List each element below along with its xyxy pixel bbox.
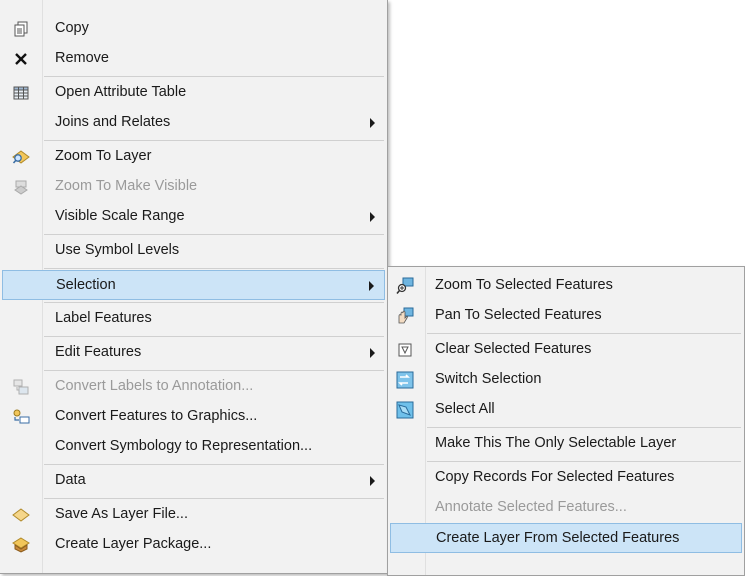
menu-item-label-features[interactable]: Label Features <box>2 304 385 334</box>
menu-item-open-attribute-table[interactable]: Open Attribute Table <box>2 78 385 108</box>
menu-item-label: Make This The Only Selectable Layer <box>435 435 677 451</box>
menu-item-use-symbol-levels[interactable]: Use Symbol Levels <box>2 236 385 266</box>
menu-item-label: Open Attribute Table <box>55 84 187 100</box>
convert-graphics-icon <box>12 408 30 426</box>
menu-item-switch-selection[interactable]: Switch Selection <box>390 365 742 395</box>
menu-item-visible-scale-range[interactable]: Visible Scale Range <box>2 202 385 232</box>
menu-item-label: Copy Records For Selected Features <box>435 469 675 485</box>
zoom-selected-icon <box>396 277 414 295</box>
menu-separator <box>44 464 384 465</box>
menu-item-convert-labels-to-annotation[interactable]: Convert Labels to Annotation... <box>2 372 385 402</box>
menu-item-label: Clear Selected Features <box>435 341 592 357</box>
menu-item-copy-records-for-selected-features[interactable]: Copy Records For Selected Features <box>390 463 742 493</box>
layer-package-icon <box>12 536 30 554</box>
table-icon <box>12 84 30 102</box>
menu-item-selection[interactable]: Selection <box>2 270 385 300</box>
menu-item-label: Data <box>55 472 86 488</box>
submenu-arrow-icon <box>370 348 375 358</box>
menu-item-label: Create Layer Package... <box>55 536 212 552</box>
submenu-arrow-icon <box>370 212 375 222</box>
menu-separator <box>44 370 384 371</box>
menu-item-label: Selection <box>56 277 116 293</box>
menu-item-label: Label Features <box>55 310 152 326</box>
switch-selection-icon <box>396 371 414 389</box>
menu-item-data[interactable]: Data <box>2 466 385 496</box>
menu-item-make-only-selectable-layer[interactable]: Make This The Only Selectable Layer <box>390 429 742 459</box>
menu-item-copy[interactable]: Copy <box>2 14 385 44</box>
menu-item-zoom-to-make-visible[interactable]: Zoom To Make Visible <box>2 172 385 202</box>
menu-item-create-layer-from-selected-features[interactable]: Create Layer From Selected Features <box>390 523 742 553</box>
menu-item-label: Save As Layer File... <box>55 506 188 522</box>
menu-item-label: Zoom To Layer <box>55 148 152 164</box>
menu-separator <box>44 234 384 235</box>
clear-selection-icon <box>396 341 414 359</box>
menu-item-label: Annotate Selected Features... <box>435 499 627 515</box>
menu-separator <box>44 76 384 77</box>
menu-item-label: Remove <box>55 50 109 66</box>
menu-item-label: Create Layer From Selected Features <box>436 530 680 546</box>
pan-selected-icon <box>396 307 414 325</box>
menu-item-label: Switch Selection <box>435 371 542 387</box>
menu-separator <box>44 302 384 303</box>
submenu-arrow-icon <box>369 281 374 291</box>
submenu-arrow-icon <box>370 476 375 486</box>
menu-item-joins-and-relates[interactable]: Joins and Relates <box>2 108 385 138</box>
menu-separator <box>44 336 384 337</box>
menu-separator <box>44 140 384 141</box>
menu-item-label: Copy <box>55 20 89 36</box>
menu-item-label: Convert Labels to Annotation... <box>55 378 254 394</box>
menu-item-label: Convert Features to Graphics... <box>55 408 258 424</box>
menu-item-label: Joins and Relates <box>55 114 171 130</box>
menu-separator <box>44 268 384 269</box>
menu-item-save-as-layer-file[interactable]: Save As Layer File... <box>2 500 385 530</box>
menu-item-label: Zoom To Make Visible <box>55 178 198 194</box>
menu-item-clear-selected-features[interactable]: Clear Selected Features <box>390 335 742 365</box>
convert-labels-icon <box>12 378 30 396</box>
menu-item-create-layer-package[interactable]: Create Layer Package... <box>2 530 385 560</box>
menu-item-edit-features[interactable]: Edit Features <box>2 338 385 368</box>
menu-separator <box>44 498 384 499</box>
menu-item-label: Convert Symbology to Representation... <box>55 438 313 454</box>
submenu-arrow-icon <box>370 118 375 128</box>
selection-submenu: Zoom To Selected Features Pan To Selecte… <box>387 266 745 576</box>
menu-item-label: Edit Features <box>55 344 142 360</box>
menu-item-convert-features-to-graphics[interactable]: Convert Features to Graphics... <box>2 402 385 432</box>
remove-x-icon <box>12 50 30 68</box>
menu-item-zoom-to-selected-features[interactable]: Zoom To Selected Features <box>390 271 742 301</box>
menu-item-label: Visible Scale Range <box>55 208 185 224</box>
menu-item-zoom-to-layer[interactable]: Zoom To Layer <box>2 142 385 172</box>
menu-item-remove[interactable]: Remove <box>2 44 385 74</box>
copy-icon <box>12 20 30 38</box>
layer-file-icon <box>12 506 30 524</box>
select-all-icon <box>396 401 414 419</box>
zoom-to-visible-icon <box>12 178 30 196</box>
menu-item-convert-symbology-to-representation[interactable]: Convert Symbology to Representation... <box>2 432 385 462</box>
zoom-to-layer-icon <box>12 148 30 166</box>
layer-context-menu: Copy Remove Open Attribute Table Joins a… <box>0 0 388 574</box>
menu-item-pan-to-selected-features[interactable]: Pan To Selected Features <box>390 301 742 331</box>
menu-item-label: Zoom To Selected Features <box>435 277 613 293</box>
menu-item-label: Use Symbol Levels <box>55 242 180 258</box>
menu-separator <box>427 333 741 334</box>
menu-item-annotate-selected-features[interactable]: Annotate Selected Features... <box>390 493 742 523</box>
menu-separator <box>427 427 741 428</box>
menu-item-label: Pan To Selected Features <box>435 307 602 323</box>
menu-item-label: Select All <box>435 401 495 417</box>
menu-item-select-all[interactable]: Select All <box>390 395 742 425</box>
menu-separator <box>427 461 741 462</box>
